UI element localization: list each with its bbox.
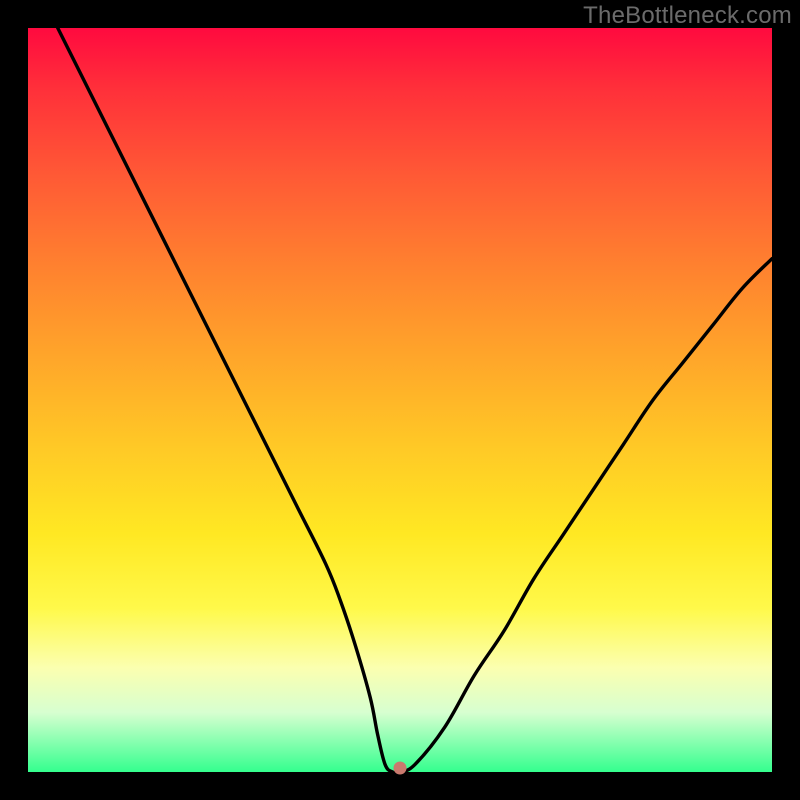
watermark-label: TheBottleneck.com	[583, 2, 792, 30]
bottleneck-curve	[28, 28, 772, 772]
plot-area	[28, 28, 772, 772]
chart-frame: TheBottleneck.com	[0, 0, 800, 800]
optimal-point-marker	[394, 762, 407, 775]
